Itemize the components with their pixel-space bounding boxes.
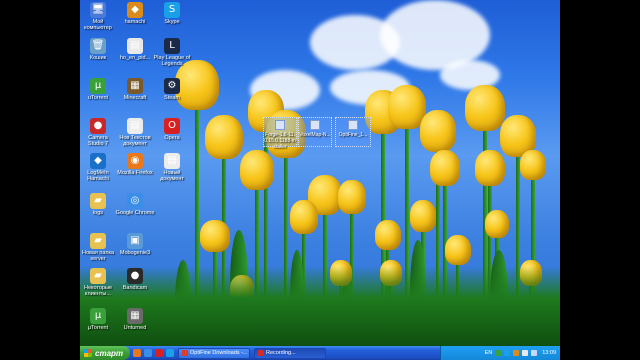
utorrent-tray-icon[interactable] <box>495 350 502 356</box>
desktop-icon-label: Mobogenie3 <box>119 250 151 256</box>
tulip-flower <box>410 200 436 232</box>
app-icon: ● <box>90 118 106 134</box>
desktop-icon-label: Play League of Legends <box>153 55 191 67</box>
language-indicator[interactable]: EN <box>485 350 493 356</box>
selected-file-icon[interactable]: VoxelMap-N... <box>298 117 332 147</box>
app-icon: ▰ <box>90 268 106 284</box>
desktop-icon[interactable]: ⚙ Steam <box>150 78 194 101</box>
desktop-icon-label: Unturned <box>123 325 147 331</box>
taskbar-button-label: Recording... <box>266 350 296 356</box>
desktop-icon-label: Bandicam <box>122 285 148 291</box>
app-icon: ⚙ <box>164 78 180 94</box>
app-icon: ● <box>127 268 143 284</box>
tulip-flower <box>200 220 230 252</box>
selected-file-icon[interactable]: OptiFine_1... <box>335 117 371 147</box>
system-tray: EN 13:09 <box>440 346 560 360</box>
app-icon: ▤ <box>164 153 180 169</box>
skype-tray-icon[interactable] <box>504 350 511 356</box>
app-icon: 🗑 <box>90 38 106 54</box>
taskbar-button[interactable]: OptiFine Downloads -... <box>178 347 250 359</box>
desktop-icon[interactable]: O Opera <box>150 118 194 141</box>
app-icon: 🖥 <box>90 2 106 18</box>
desktop-icon[interactable]: S Skype <box>150 2 194 25</box>
taskbar: старт OptiFine Downloads -... Recording..… <box>80 346 560 360</box>
desktop-icon[interactable]: L Play League of Legends <box>150 38 194 67</box>
tulip-flower <box>290 200 318 234</box>
desktop-icon-label: Новый документ <box>160 170 184 182</box>
tulip-flower <box>520 150 546 180</box>
app-icon: ◆ <box>90 153 106 169</box>
tulip-flower <box>475 150 505 186</box>
windows-flag-icon <box>84 349 92 357</box>
tulip-flower <box>240 150 274 190</box>
desktop-icon[interactable]: ● Bandicam <box>113 268 157 291</box>
app-icon: L <box>164 38 180 54</box>
desktop-icon-label: Opera <box>164 135 180 141</box>
desktop-icon-label: Skype <box>164 19 180 25</box>
start-button[interactable]: старт <box>80 346 130 360</box>
app-icon: ▦ <box>127 308 143 324</box>
desktop-icon[interactable]: ▦ Unturned <box>113 308 157 331</box>
file-icon <box>348 120 358 130</box>
app-icon: µ <box>90 78 106 94</box>
file-icon <box>310 120 320 130</box>
tulip-flower <box>338 180 366 214</box>
app-icon: µ <box>90 308 106 324</box>
app-icon: S <box>164 2 180 18</box>
desktop-icon[interactable]: ▤ Новый документ <box>150 153 194 182</box>
selected-file-label: OptiFine_1... <box>338 132 368 138</box>
app-icon: O <box>164 118 180 134</box>
app-icon: ◆ <box>127 2 143 18</box>
desktop-icon-label: Steam <box>164 95 180 101</box>
clock[interactable]: 13:09 <box>542 350 556 356</box>
chrome-quicklaunch-icon[interactable] <box>144 349 152 357</box>
selected-file-icon[interactable]: Forge-1.8-11. 0.15.0.1188-in staller <box>263 117 297 150</box>
hamachi-tray-icon[interactable] <box>513 350 520 356</box>
task-list: OptiFine Downloads -... Recording... <box>174 347 326 359</box>
app-icon: ▣ <box>127 233 143 249</box>
app-icon: ◎ <box>127 193 143 209</box>
app-icon: ▦ <box>127 78 143 94</box>
desktop[interactable]: 🖥 Мой компьютер ◆ hamachi S Skype 🗑 Кошик ▤ ho_en… <box>80 0 560 346</box>
volume-tray-icon[interactable] <box>522 350 529 356</box>
desktop-icon[interactable]: ◎ Google Chrome <box>113 193 157 216</box>
app-icon: ▰ <box>90 233 106 249</box>
tulip-flower <box>445 235 471 265</box>
tulip-flower <box>465 85 505 131</box>
app-icon: ▰ <box>90 193 106 209</box>
tulip-flower <box>375 220 401 250</box>
start-label: старт <box>95 348 124 358</box>
task-app-icon <box>182 350 188 356</box>
tulip-flower <box>485 210 509 238</box>
opera-quicklaunch-icon[interactable] <box>155 349 163 357</box>
file-icon <box>275 120 285 130</box>
app-icon: ▤ <box>127 118 143 134</box>
skype-quicklaunch-icon[interactable] <box>166 349 174 357</box>
app-icon: ▤ <box>127 38 143 54</box>
selected-file-label: VoxelMap-N... <box>299 132 331 138</box>
taskbar-button-label: OptiFine Downloads -... <box>190 350 248 356</box>
task-app-icon <box>258 350 264 356</box>
desktop-icon[interactable]: ▣ Mobogenie3 <box>113 233 157 256</box>
network-tray-icon[interactable] <box>531 350 538 356</box>
tulip-flower <box>205 115 243 159</box>
firefox-quicklaunch-icon[interactable] <box>133 349 141 357</box>
desktop-icon-label: Google Chrome <box>115 210 155 216</box>
tulip-flower <box>430 150 460 186</box>
tulip-flower <box>420 110 456 152</box>
app-icon: ◉ <box>127 153 143 169</box>
taskbar-button[interactable]: Recording... <box>254 347 326 359</box>
